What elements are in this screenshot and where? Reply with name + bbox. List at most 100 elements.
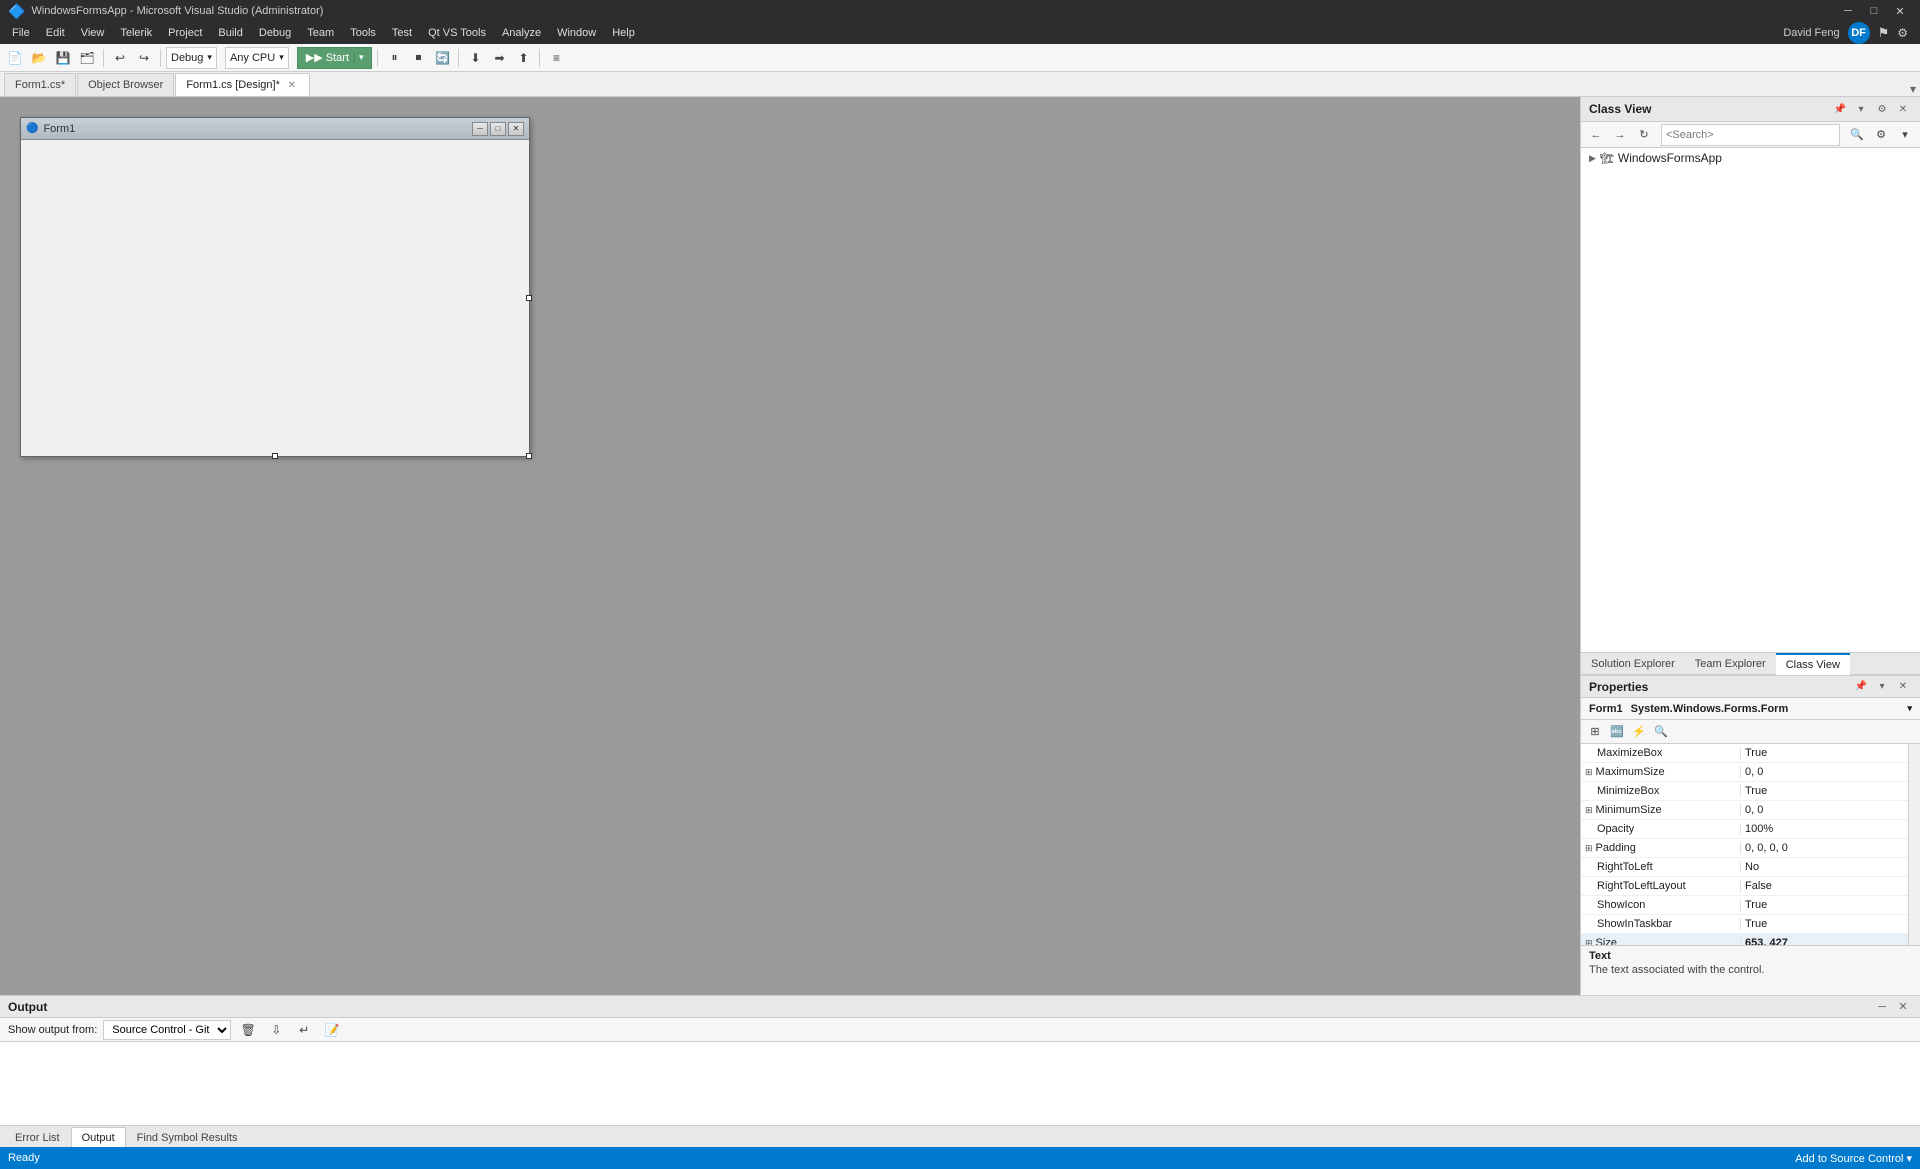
new-button[interactable]: 📄 — [4, 47, 26, 69]
step-in-button[interactable]: ⬇ — [464, 47, 486, 69]
menu-team[interactable]: Team — [299, 22, 342, 44]
form-minimize-btn[interactable]: ─ — [472, 122, 488, 136]
menu-window[interactable]: Window — [549, 22, 604, 44]
menu-telerik[interactable]: Telerik — [112, 22, 160, 44]
menu-qtvs[interactable]: Qt VS Tools — [420, 22, 494, 44]
form-canvas[interactable]: 🔵 Form1 ─ □ ✕ — [20, 117, 530, 457]
class-tree[interactable]: ▶ 🏗 WindowsFormsApp — [1581, 148, 1920, 653]
tab-form1cs[interactable]: Form1.cs* — [4, 73, 76, 96]
form-maximize-btn[interactable]: □ — [490, 122, 506, 136]
menu-debug[interactable]: Debug — [251, 22, 299, 44]
output-scroll-lock-btn[interactable]: ⇩ — [265, 1019, 287, 1041]
more-toolbar-btn[interactable]: ≡ — [545, 47, 567, 69]
tab-form1cs-design[interactable]: Form1.cs [Design]* ✕ — [175, 73, 310, 96]
props-pin-btn[interactable]: 📌 — [1852, 678, 1870, 696]
prop-row-showintaskbar[interactable]: ShowInTaskbar True — [1581, 915, 1908, 934]
prop-row-showicon[interactable]: ShowIcon True — [1581, 896, 1908, 915]
class-view-pin-btn[interactable]: 📌 — [1831, 100, 1849, 118]
cpu-config-arrow: ▾ — [279, 52, 284, 63]
props-close-btn[interactable]: ✕ — [1894, 678, 1912, 696]
debug-config-dropdown[interactable]: Debug ▾ — [166, 47, 217, 69]
stop-button[interactable]: ⏹ — [407, 47, 429, 69]
props-scrollbar[interactable] — [1908, 744, 1920, 945]
cv-back-btn[interactable]: ← — [1585, 124, 1607, 146]
cv-forward-btn[interactable]: → — [1609, 124, 1631, 146]
save-button[interactable]: 💾 — [52, 47, 74, 69]
props-events-btn[interactable]: ⚡ — [1629, 722, 1649, 742]
cpu-config-label: Any CPU — [230, 52, 275, 64]
handle-bottom-center[interactable] — [272, 453, 278, 459]
form-close-btn[interactable]: ✕ — [508, 122, 524, 136]
class-view-dropdown-btn[interactable]: ▾ — [1852, 100, 1870, 118]
output-source-select[interactable]: Source Control - Git Build Debug — [103, 1020, 231, 1040]
menu-test[interactable]: Test — [384, 22, 420, 44]
prop-row-padding[interactable]: ⊞Padding 0, 0, 0, 0 — [1581, 839, 1908, 858]
class-view-search-input[interactable] — [1661, 124, 1840, 146]
tab-dropdown-arrow[interactable]: ▾ — [1910, 82, 1916, 96]
add-to-source-control[interactable]: Add to Source Control ▾ — [1795, 1152, 1912, 1165]
redo-button[interactable]: ↪ — [133, 47, 155, 69]
handle-bottom-right[interactable] — [526, 453, 532, 459]
view-tab-team-explorer[interactable]: Team Explorer — [1685, 653, 1776, 675]
tab-object-browser[interactable]: Object Browser — [77, 73, 174, 96]
tree-item-winformsapp[interactable]: ▶ 🏗 WindowsFormsApp — [1581, 148, 1920, 168]
prop-value-righttoleft: No — [1741, 861, 1908, 873]
open-button[interactable]: 📂 — [28, 47, 50, 69]
menu-analyze[interactable]: Analyze — [494, 22, 549, 44]
menu-project[interactable]: Project — [160, 22, 210, 44]
bottom-tab-output[interactable]: Output — [71, 1127, 126, 1147]
prop-expand-minimum-size: ⊞ — [1585, 805, 1593, 815]
props-categorized-btn[interactable]: ⊞ — [1585, 722, 1605, 742]
undo-button[interactable]: ↩ — [109, 47, 131, 69]
cpu-config-dropdown[interactable]: Any CPU ▾ — [225, 47, 289, 69]
menu-edit[interactable]: Edit — [38, 22, 73, 44]
menu-file[interactable]: File — [4, 22, 38, 44]
bottom-tab-find-symbol-results[interactable]: Find Symbol Results — [126, 1127, 249, 1147]
form-body[interactable] — [21, 140, 529, 456]
maximize-button[interactable]: □ — [1862, 3, 1886, 19]
bottom-tab-error-list[interactable]: Error List — [4, 1127, 71, 1147]
prop-row-opacity[interactable]: Opacity 100% — [1581, 820, 1908, 839]
menu-tools[interactable]: Tools — [342, 22, 384, 44]
output-close-btn[interactable]: ✕ — [1894, 998, 1912, 1016]
prop-row-minimize-box[interactable]: MinimizeBox True — [1581, 782, 1908, 801]
props-alphabetical-btn[interactable]: 🔤 — [1607, 722, 1627, 742]
tab-form1cs-design-close[interactable]: ✕ — [285, 78, 299, 92]
class-view-close-btn[interactable]: ✕ — [1894, 100, 1912, 118]
step-out-button[interactable]: ⬆ — [512, 47, 534, 69]
menu-build[interactable]: Build — [210, 22, 250, 44]
designer-area[interactable]: 🔵 Form1 ─ □ ✕ — [0, 97, 1580, 995]
class-view-settings-btn[interactable]: ⚙ — [1873, 100, 1891, 118]
props-filter-btn[interactable]: 🔍 — [1651, 722, 1671, 742]
restart-button[interactable]: 🔄 — [431, 47, 453, 69]
menu-help[interactable]: Help — [604, 22, 643, 44]
output-clear-btn[interactable]: 🗑 — [237, 1019, 259, 1041]
cv-settings-btn[interactable]: ⚙ — [1870, 124, 1892, 146]
output-word-wrap-btn[interactable]: ↵ — [293, 1019, 315, 1041]
cv-search-btn[interactable]: 🔍 — [1846, 124, 1868, 146]
pause-button[interactable]: ⏸ — [383, 47, 405, 69]
prop-row-minimum-size[interactable]: ⊞MinimumSize 0, 0 — [1581, 801, 1908, 820]
cv-sync-btn[interactable]: ↻ — [1633, 124, 1655, 146]
menu-view[interactable]: View — [73, 22, 113, 44]
prop-row-righttoleftlayout[interactable]: RightToLeftLayout False — [1581, 877, 1908, 896]
prop-row-size[interactable]: ⊞Size 653, 427 — [1581, 934, 1908, 945]
prop-row-maximum-size[interactable]: ⊞MaximumSize 0, 0 — [1581, 763, 1908, 782]
handle-right-center[interactable] — [526, 295, 532, 301]
step-over-button[interactable]: ➡ — [488, 47, 510, 69]
save-all-button[interactable]: 🗂 — [76, 47, 98, 69]
minimize-button[interactable]: ─ — [1836, 3, 1860, 19]
output-open-editor-btn[interactable]: 📝 — [321, 1019, 343, 1041]
prop-row-righttoleft[interactable]: RightToLeft No — [1581, 858, 1908, 877]
start-button[interactable]: ▶ ▶ Start ▾ — [297, 47, 373, 69]
view-tab-solution-explorer[interactable]: Solution Explorer — [1581, 653, 1685, 675]
close-button[interactable]: ✕ — [1888, 3, 1912, 19]
props-dropdown-btn[interactable]: ▾ — [1873, 678, 1891, 696]
form-title-bar[interactable]: 🔵 Form1 ─ □ ✕ — [21, 118, 529, 140]
cv-dropdown-btn[interactable]: ▾ — [1894, 124, 1916, 146]
form-window-icon: 🔵 — [26, 123, 38, 134]
output-collapse-btn[interactable]: ─ — [1873, 998, 1891, 1016]
prop-row-maximize-box[interactable]: MaximizeBox True — [1581, 744, 1908, 763]
props-object-selector[interactable]: Form1 System.Windows.Forms.Form ▾ — [1581, 698, 1920, 720]
view-tab-class-view[interactable]: Class View — [1776, 653, 1850, 675]
